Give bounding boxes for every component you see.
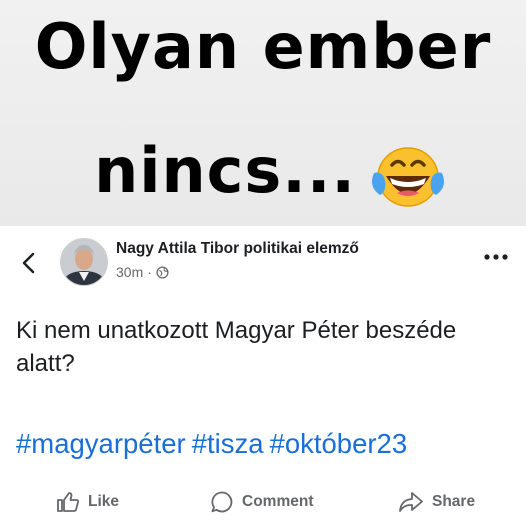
hashtag-link[interactable]: #tisza [192,428,264,459]
hashtag-link[interactable]: #október23 [270,428,408,459]
hashtag-link[interactable]: #magyarpéter [16,428,186,459]
author-avatar[interactable] [60,238,108,286]
comment-button[interactable]: Comment [210,486,313,518]
comment-bubble-icon [211,491,233,513]
like-button[interactable]: Like [56,486,119,518]
post-text: Ki nem unatkozott Magyar Péter beszéde a… [16,317,457,377]
post-meta: 30m · [116,264,169,280]
comment-label: Comment [242,493,314,510]
post-actions: Like Comment Share [0,486,526,518]
back-arrow-icon[interactable] [16,250,42,276]
meta-separator: · [147,264,152,280]
post-time[interactable]: 30m [116,264,143,280]
share-button[interactable]: Share [398,486,475,518]
hashtag-list: #magyarpéter #tisza #október23 [16,428,413,460]
globe-icon [156,266,169,279]
meme-caption: Olyan ember nincs... [0,0,526,226]
more-options-icon[interactable] [482,250,510,264]
share-label: Share [432,493,476,510]
like-label: Like [88,493,120,510]
author-name[interactable]: Nagy Attila Tibor politikai elemző [116,240,359,258]
laughing-tears-emoji-icon [372,147,444,207]
share-arrow-icon [399,492,423,512]
thumbs-up-icon [57,492,79,512]
caption-line-1: Olyan ember [34,10,492,83]
facebook-post: Nagy Attila Tibor politikai elemző 30m · … [0,226,526,526]
person-photo-icon [61,239,107,285]
